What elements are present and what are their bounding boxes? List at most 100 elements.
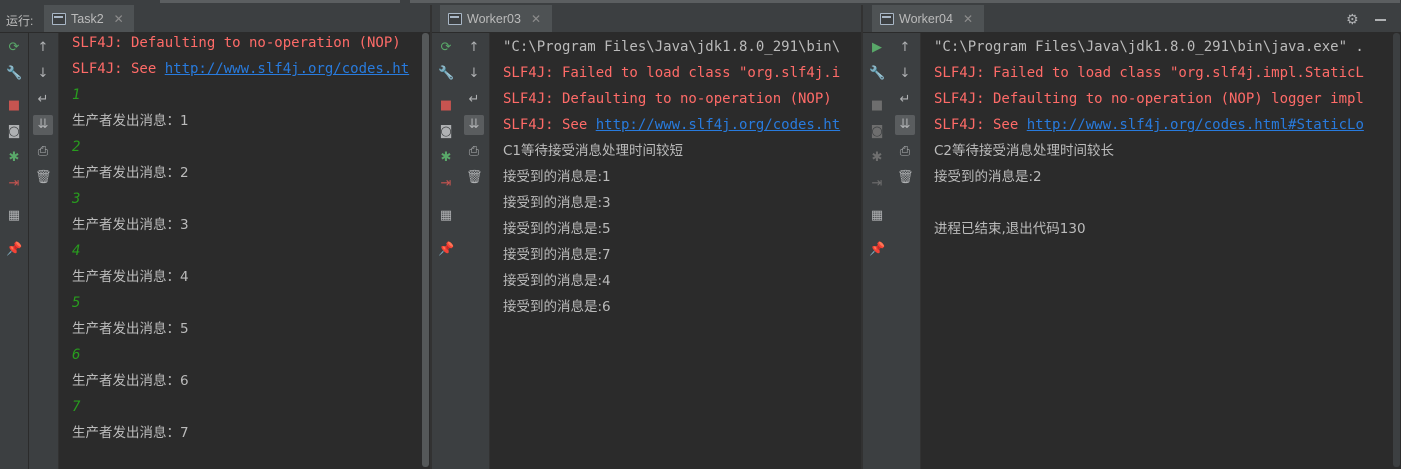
- exit-icon[interactable]: ⇥: [869, 176, 885, 192]
- layout-icon[interactable]: ▦: [869, 208, 885, 224]
- close-icon[interactable]: ✕: [531, 12, 541, 26]
- console-link[interactable]: http://www.slf4j.org/codes.html#StaticLo: [1027, 117, 1364, 133]
- pin-icon[interactable]: 📌: [6, 242, 22, 258]
- up-arrow-icon[interactable]: ↑: [466, 40, 482, 56]
- run-icon[interactable]: ▶: [869, 40, 885, 56]
- down-arrow-icon[interactable]: ↓: [897, 66, 913, 82]
- console-tab-icon: [52, 12, 66, 25]
- run-toolbar: ▶ 🔧 ■ ◙ ✱ ⇥ ▦ 📌: [863, 33, 891, 469]
- pin-icon[interactable]: 📌: [438, 242, 454, 258]
- console-line: 进程已结束,退出代码130: [934, 221, 1086, 237]
- wrench-icon[interactable]: 🔧: [869, 66, 885, 82]
- console-line: SLF4J: See http://www.slf4j.org/codes.ht: [503, 117, 841, 133]
- scroll-to-end-icon[interactable]: ⇊: [464, 115, 484, 135]
- console-line: 生产者发出消息：2: [72, 165, 189, 181]
- exit-icon[interactable]: ⇥: [6, 176, 22, 192]
- console-line: 5: [72, 295, 81, 311]
- tab-worker04[interactable]: Worker04 ✕: [872, 5, 984, 32]
- console-line: 接受到的消息是:4: [503, 273, 611, 289]
- console-line: 生产者发出消息：5: [72, 321, 189, 337]
- layout-icon[interactable]: ▦: [6, 208, 22, 224]
- console-line: SLF4J: Defaulting to no-operation (NOP): [503, 91, 832, 107]
- console-line: 1: [72, 87, 81, 103]
- console-line: SLF4J: Defaulting to no-operation (NOP) …: [934, 91, 1364, 107]
- gear-icon[interactable]: ⚙: [1346, 12, 1359, 28]
- down-arrow-icon[interactable]: ↓: [35, 66, 51, 82]
- down-arrow-icon[interactable]: ↓: [466, 66, 482, 82]
- console-line: 生产者发出消息：3: [72, 217, 189, 233]
- tab-title: Worker03: [467, 11, 521, 26]
- console-link[interactable]: http://www.slf4j.org/codes.ht: [596, 117, 840, 133]
- vertical-scrollbar[interactable]: [422, 33, 429, 467]
- console-output-worker04[interactable]: "C:\Program Files\Java\jdk1.8.0_291\bin\…: [922, 33, 1390, 469]
- trash-icon[interactable]: 🗑: [466, 170, 483, 186]
- close-icon[interactable]: ✕: [963, 12, 973, 26]
- tab-task2[interactable]: Task2 ✕: [44, 5, 134, 32]
- camera-icon[interactable]: ◙: [438, 124, 454, 140]
- console-line: 接受到的消息是:1: [503, 169, 611, 185]
- console-tab-icon: [448, 12, 462, 25]
- scroll-to-end-icon[interactable]: ⇊: [33, 115, 53, 135]
- tab-worker03[interactable]: Worker03 ✕: [440, 5, 552, 32]
- console-line: SLF4J: See http://www.slf4j.org/codes.ht: [72, 61, 410, 77]
- console-tab-icon: [880, 12, 894, 25]
- up-arrow-icon[interactable]: ↑: [897, 40, 913, 56]
- console-line: 生产者发出消息：6: [72, 373, 189, 389]
- stop-icon[interactable]: ■: [438, 98, 454, 114]
- run-toolbar: ⟳ 🔧 ■ ◙ ✱ ⇥ ▦ 📌: [432, 33, 460, 469]
- console-line: 6: [72, 347, 81, 363]
- debug-icon[interactable]: ✱: [6, 150, 22, 166]
- console-line: SLF4J: Defaulting to no-operation (NOP): [72, 35, 401, 51]
- soft-wrap-icon[interactable]: ↵: [466, 92, 482, 108]
- layout-icon[interactable]: ▦: [438, 208, 454, 224]
- up-arrow-icon[interactable]: ↑: [35, 40, 51, 56]
- top-strip-segment: [160, 0, 400, 3]
- debug-icon[interactable]: ✱: [869, 150, 885, 166]
- wrench-icon[interactable]: 🔧: [438, 66, 454, 82]
- tab-title: Task2: [71, 11, 104, 26]
- console-line: C1等待接受消息处理时间较短: [503, 143, 684, 159]
- print-icon[interactable]: ⎙: [897, 144, 913, 160]
- vertical-scrollbar[interactable]: [1393, 33, 1400, 467]
- console-line: SLF4J: Failed to load class "org.slf4j.i…: [934, 65, 1364, 81]
- stop-icon[interactable]: ■: [869, 98, 885, 114]
- pin-icon[interactable]: 📌: [869, 242, 885, 258]
- console-line: SLF4J: Failed to load class "org.slf4j.i: [503, 65, 841, 81]
- run-toolbar: ⟳ 🔧 ■ ◙ ✱ ⇥ ▦ 📌: [0, 33, 28, 469]
- console-output-task2[interactable]: SLF4J: Defaulting to no-operation (NOP) …: [60, 33, 422, 469]
- debug-icon[interactable]: ✱: [438, 150, 454, 166]
- wrench-icon[interactable]: 🔧: [6, 66, 22, 82]
- print-icon[interactable]: ⎙: [35, 144, 51, 160]
- trash-icon[interactable]: 🗑: [897, 170, 914, 186]
- console-line: 接受到的消息是:6: [503, 299, 611, 315]
- trash-icon[interactable]: 🗑: [35, 170, 52, 186]
- minimize-icon[interactable]: [1375, 19, 1386, 21]
- console-line: 生产者发出消息：4: [72, 269, 189, 285]
- console-line: 生产者发出消息：7: [72, 425, 189, 441]
- rerun-icon[interactable]: ⟳: [438, 40, 454, 56]
- camera-icon[interactable]: ◙: [869, 124, 885, 140]
- stop-icon[interactable]: ■: [6, 98, 22, 114]
- console-line: SLF4J: See http://www.slf4j.org/codes.ht…: [934, 117, 1364, 133]
- console-line: 接受到的消息是:2: [934, 169, 1042, 185]
- scroll-to-end-icon[interactable]: ⇊: [895, 115, 915, 135]
- close-icon[interactable]: ✕: [114, 12, 124, 26]
- console-line: C2等待接受消息处理时间较长: [934, 143, 1115, 159]
- exit-icon[interactable]: ⇥: [438, 176, 454, 192]
- console-line: 7: [72, 399, 81, 415]
- console-toolbar: ↑ ↓ ↵ ⇊ ⎙ 🗑: [460, 33, 490, 469]
- console-toolbar: ↑ ↓ ↵ ⇊ ⎙ 🗑: [891, 33, 921, 469]
- print-icon[interactable]: ⎙: [466, 144, 482, 160]
- console-line: 接受到的消息是:5: [503, 221, 611, 237]
- soft-wrap-icon[interactable]: ↵: [35, 92, 51, 108]
- rerun-icon[interactable]: ⟳: [6, 40, 22, 56]
- run-label: 运行:: [6, 14, 34, 28]
- tab-title: Worker04: [899, 11, 953, 26]
- console-line: 4: [72, 243, 81, 259]
- console-toolbar: ↑ ↓ ↵ ⇊ ⎙ 🗑: [29, 33, 59, 469]
- camera-icon[interactable]: ◙: [6, 124, 22, 140]
- console-link[interactable]: http://www.slf4j.org/codes.ht: [165, 61, 409, 77]
- soft-wrap-icon[interactable]: ↵: [897, 92, 913, 108]
- console-line: 3: [72, 191, 81, 207]
- console-output-worker03[interactable]: "C:\Program Files\Java\jdk1.8.0_291\bin\…: [491, 33, 860, 469]
